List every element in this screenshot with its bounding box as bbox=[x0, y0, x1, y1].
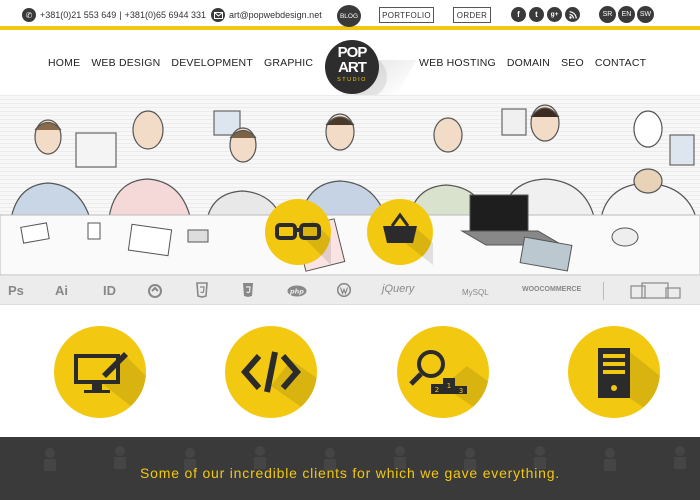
phone-2: +381(0)65 6944 331 bbox=[124, 10, 206, 20]
code-icon bbox=[241, 351, 317, 418]
nav-web-design[interactable]: WEB DESIGN bbox=[91, 57, 160, 69]
nav-domain[interactable]: DOMAIN bbox=[507, 57, 550, 69]
technology-strip: Ps Ai ID php jQuery MySQL WOOCOMMERCE bbox=[0, 275, 700, 305]
order-button[interactable]: ORDER bbox=[453, 7, 491, 23]
logo[interactable]: POP ART STUDIO bbox=[325, 40, 379, 94]
glasses-icon bbox=[275, 221, 331, 265]
facebook-icon[interactable]: f bbox=[511, 7, 526, 22]
hero-illustration bbox=[0, 95, 700, 275]
lang-sr-button[interactable]: SR bbox=[599, 6, 616, 23]
devices-icon bbox=[630, 282, 681, 299]
jquery-logo: jQuery bbox=[382, 283, 415, 295]
phone-separator: | bbox=[119, 10, 122, 20]
glasses-icon-button[interactable] bbox=[265, 199, 331, 265]
service-web-design[interactable] bbox=[54, 326, 146, 418]
team-sketch bbox=[0, 104, 700, 275]
service-seo[interactable]: 2 1 3 bbox=[397, 326, 489, 418]
email-link: art@popwebdesign.net bbox=[229, 10, 322, 20]
email-contact[interactable]: art@popwebdesign.net bbox=[211, 7, 322, 23]
nav-contact[interactable]: CONTACT bbox=[595, 57, 646, 69]
portfolio-button[interactable]: PORTFOLIO bbox=[379, 7, 434, 23]
clients-section: Some of our incredible clients for which… bbox=[0, 437, 700, 500]
basket-icon bbox=[383, 212, 433, 265]
css3-icon bbox=[196, 282, 208, 298]
nav-web-hosting[interactable]: WEB HOSTING bbox=[419, 57, 496, 69]
svg-text:1: 1 bbox=[447, 382, 451, 390]
basket-icon-button[interactable] bbox=[367, 199, 433, 265]
lang-sw-button[interactable]: SW bbox=[637, 6, 654, 23]
server-icon bbox=[598, 348, 660, 418]
joomla-icon bbox=[148, 284, 162, 298]
envelope-icon bbox=[211, 8, 225, 22]
logo-text-art: ART bbox=[338, 59, 367, 76]
strip-divider bbox=[603, 282, 604, 300]
nav-development[interactable]: DEVELOPMENT bbox=[171, 57, 253, 69]
page: ✆ +381(0)21 553 649 | +381(0)65 6944 331… bbox=[0, 0, 700, 500]
phone-icon: ✆ bbox=[22, 8, 36, 22]
twitter-icon[interactable]: t bbox=[529, 7, 544, 22]
google-plus-icon[interactable]: g+ bbox=[547, 7, 562, 22]
php-icon: php bbox=[287, 285, 307, 297]
top-bar: ✆ +381(0)21 553 649 | +381(0)65 6944 331… bbox=[0, 0, 700, 30]
logo-text-pop: POP bbox=[337, 44, 368, 61]
svg-text:2: 2 bbox=[435, 386, 439, 394]
main-nav-right: WEB HOSTING DOMAIN SEO CONTACT bbox=[419, 57, 646, 69]
phone-contact[interactable]: ✆ +381(0)21 553 649 | +381(0)65 6944 331 bbox=[22, 7, 206, 23]
lang-en-button[interactable]: EN bbox=[618, 6, 635, 23]
indesign-logo: ID bbox=[103, 283, 116, 298]
wordpress-icon bbox=[337, 283, 351, 297]
seo-podium-icon: 2 1 3 bbox=[409, 350, 489, 418]
nav-seo[interactable]: SEO bbox=[561, 57, 584, 69]
logo-text-studio: STUDIO bbox=[337, 77, 367, 83]
woocommerce-logo: WOOCOMMERCE bbox=[522, 286, 582, 293]
mysql-logo: MySQL bbox=[462, 288, 489, 297]
service-development[interactable] bbox=[225, 326, 317, 418]
svg-text:php: php bbox=[289, 288, 304, 296]
rss-icon[interactable] bbox=[565, 7, 580, 22]
main-nav-left: HOME WEB DESIGN DEVELOPMENT GRAPHIC bbox=[48, 57, 313, 69]
illustrator-logo: Ai bbox=[55, 283, 68, 298]
nav-home[interactable]: HOME bbox=[48, 57, 80, 69]
html5-icon bbox=[243, 283, 253, 297]
photoshop-logo: Ps bbox=[8, 283, 24, 298]
nav-graphic[interactable]: GRAPHIC bbox=[264, 57, 313, 69]
clients-heading: Some of our incredible clients for which… bbox=[140, 465, 560, 481]
svg-text:3: 3 bbox=[459, 387, 463, 395]
monitor-pen-icon bbox=[74, 352, 146, 418]
phone-1: +381(0)21 553 649 bbox=[40, 10, 117, 20]
blog-button[interactable]: BLOG bbox=[337, 5, 361, 27]
service-hosting[interactable] bbox=[568, 326, 660, 418]
